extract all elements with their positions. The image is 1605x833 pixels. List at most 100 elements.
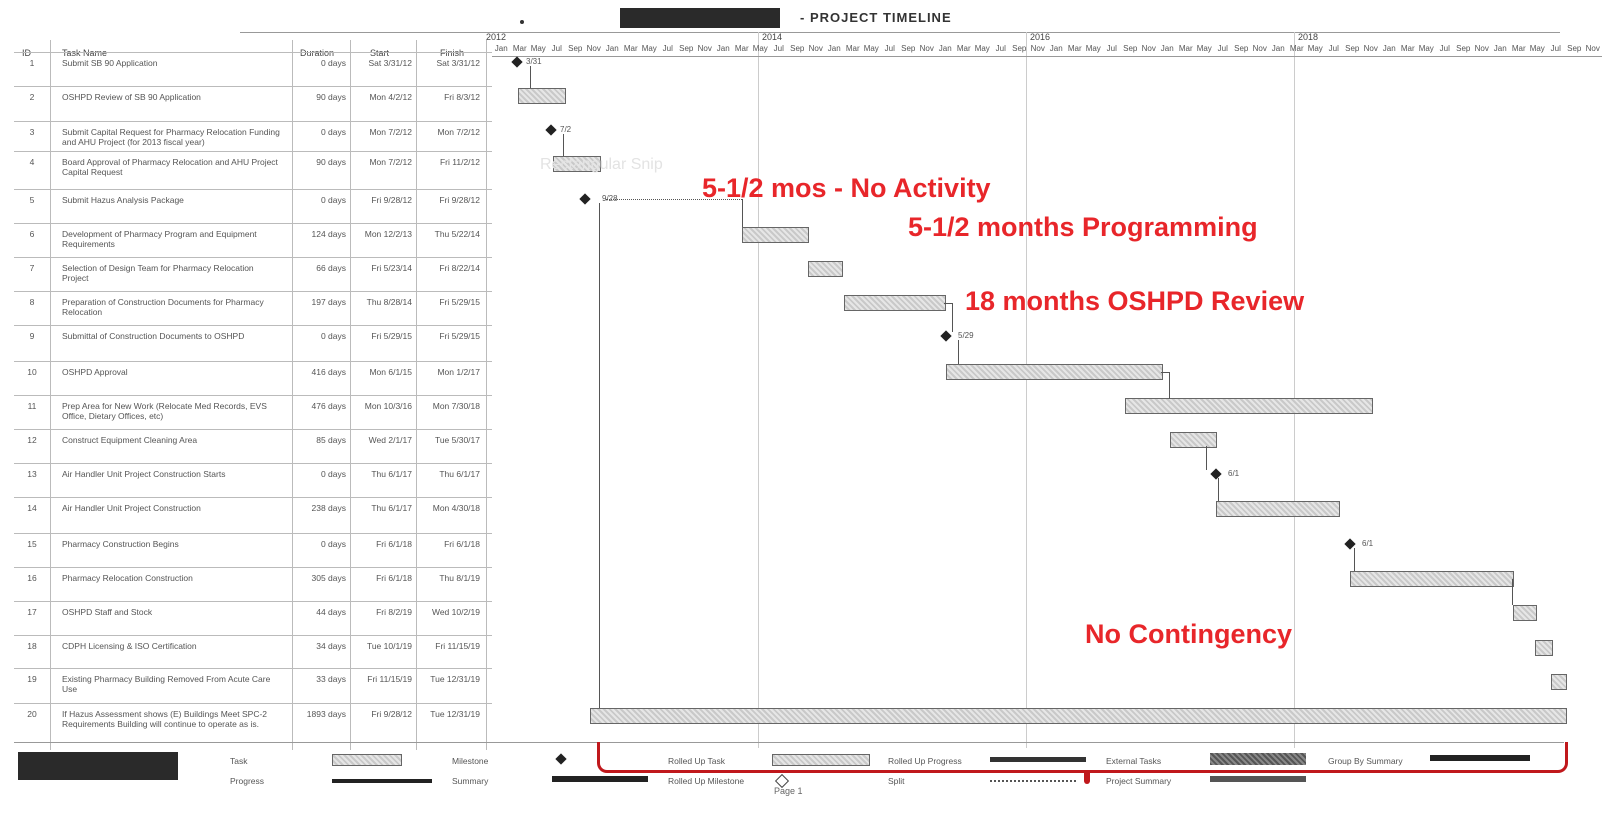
task-duration-cell: 34 days <box>316 641 346 651</box>
month-label: Mar <box>623 44 638 53</box>
month-label: Jul <box>551 44 562 53</box>
task-id-cell: 15 <box>27 539 37 549</box>
month-label: Mar <box>956 44 971 53</box>
link-arrow <box>563 134 564 156</box>
task-bar-2 <box>518 88 566 104</box>
task-id-cell: 20 <box>27 709 37 719</box>
row-divider <box>14 223 492 224</box>
row-divider <box>14 601 492 602</box>
task-name-cell: Submittal of Construction Documents to O… <box>62 331 245 341</box>
row-divider <box>14 52 492 53</box>
row-divider <box>14 257 492 258</box>
row-divider <box>14 567 492 568</box>
task-name-cell: Existing Pharmacy Building Removed From … <box>62 674 271 694</box>
month-label: Jan <box>1160 44 1174 53</box>
month-label: Mar <box>512 44 527 53</box>
task-name-cell: Selection of Design Team for Pharmacy Re… <box>62 263 254 283</box>
task-finish-cell: Fri 11/2/12 <box>439 157 480 167</box>
month-row: Jan Mar May Jul Sep Nov Jan Mar May Jul Sep Nov Jan M… <box>492 44 1602 57</box>
task-finish-cell: Fri 5/29/15 <box>439 331 480 341</box>
row-divider <box>14 325 492 326</box>
month-label: Jul <box>1439 44 1450 53</box>
milestone-3 <box>545 124 557 136</box>
month-label: Jul <box>1328 44 1339 53</box>
task-finish-cell: Wed 10/2/19 <box>431 607 480 617</box>
task-start-cell: Mon 6/1/15 <box>369 367 412 377</box>
task-duration-cell: 90 days <box>316 157 346 167</box>
task-id-cell: 12 <box>27 435 37 445</box>
task-name-cell: CDPH Licensing & ISO Certification <box>62 641 197 651</box>
task-bar-12 <box>1170 432 1217 448</box>
link-arrow <box>530 66 531 88</box>
month-label: Sep <box>1234 44 1249 53</box>
month-label: Nov <box>808 44 823 53</box>
legend-milestone-icon <box>555 753 567 765</box>
task-start-cell: Fri 5/23/14 <box>371 263 412 273</box>
link-arrow <box>599 203 600 708</box>
link-arrow <box>1512 579 1513 605</box>
task-bar-20 <box>590 708 1567 724</box>
milestone-label: 6/1 <box>1362 539 1374 548</box>
month-label: Mar <box>1400 44 1415 53</box>
row-divider <box>14 635 492 636</box>
row-divider <box>14 121 492 122</box>
task-finish-cell: Tue 5/30/17 <box>434 435 480 445</box>
task-finish-cell: Sat 3/31/12 <box>436 58 480 68</box>
link-arrow <box>1218 478 1219 501</box>
row-divider <box>14 395 492 396</box>
task-start-cell: Thu 6/1/17 <box>371 503 412 513</box>
month-label: Jan <box>605 44 619 53</box>
row-divider <box>14 429 492 430</box>
link-arrow <box>1206 446 1207 470</box>
task-start-cell: Fri 11/15/19 <box>367 674 412 684</box>
task-name-cell: OSHPD Approval <box>62 367 128 377</box>
task-id-cell: 9 <box>29 331 35 341</box>
task-name-cell: Pharmacy Relocation Construction <box>62 573 193 583</box>
task-start-cell: Fri 5/29/15 <box>371 331 412 341</box>
row-divider <box>14 361 492 362</box>
month-label: Jul <box>1106 44 1117 53</box>
task-bar-14 <box>1216 501 1340 517</box>
month-label: Jul <box>662 44 673 53</box>
task-id-cell: 4 <box>29 157 35 167</box>
task-id-cell: 13 <box>27 469 37 479</box>
task-name-cell: Air Handler Unit Project Construction St… <box>62 469 226 479</box>
legend-project-summary-label: Project Summary <box>1106 776 1172 786</box>
task-id-cell: 11 <box>27 401 37 411</box>
year-label: 2014 <box>762 32 783 42</box>
page-footer: Page 1 <box>774 786 803 796</box>
month-label: Mar <box>845 44 860 53</box>
task-id-cell: 8 <box>29 297 35 307</box>
task-finish-cell: Fri 8/3/12 <box>444 92 480 102</box>
task-id-cell: 17 <box>27 607 37 617</box>
task-duration-cell: 1893 days <box>306 709 346 719</box>
task-name-cell: Preparation of Construction Documents fo… <box>62 297 264 317</box>
row-divider <box>14 151 492 152</box>
task-start-cell: Fri 6/1/18 <box>376 539 412 549</box>
link-arrow <box>1354 548 1355 571</box>
task-finish-cell: Fri 11/15/19 <box>435 641 480 651</box>
task-bar-17 <box>1513 605 1537 621</box>
row-divider <box>14 668 492 669</box>
task-finish-cell: Mon 7/2/12 <box>437 127 480 137</box>
task-start-cell: Thu 8/28/14 <box>366 297 412 307</box>
redacted-block <box>18 752 178 780</box>
row-divider <box>14 703 492 704</box>
task-start-cell: Thu 6/1/17 <box>371 469 412 479</box>
task-finish-cell: Thu 6/1/17 <box>439 469 480 479</box>
task-duration-cell: 33 days <box>316 674 346 684</box>
month-label: May <box>1307 44 1323 53</box>
snip-watermark: Rectangular Snip <box>540 156 663 173</box>
year-divider <box>758 32 759 748</box>
month-label: Nov <box>1252 44 1267 53</box>
month-label: Sep <box>1123 44 1138 53</box>
task-duration-cell: 0 days <box>320 539 346 549</box>
month-label: May <box>1196 44 1212 53</box>
month-label: May <box>974 44 990 53</box>
year-label: 2012 <box>486 32 507 42</box>
task-start-cell: Mon 4/2/12 <box>369 92 412 102</box>
task-bar-16 <box>1350 571 1514 587</box>
annotation-programming: 5-1/2 months Programming <box>908 212 1258 242</box>
month-label: Jul <box>884 44 895 53</box>
year-divider <box>1294 32 1295 748</box>
